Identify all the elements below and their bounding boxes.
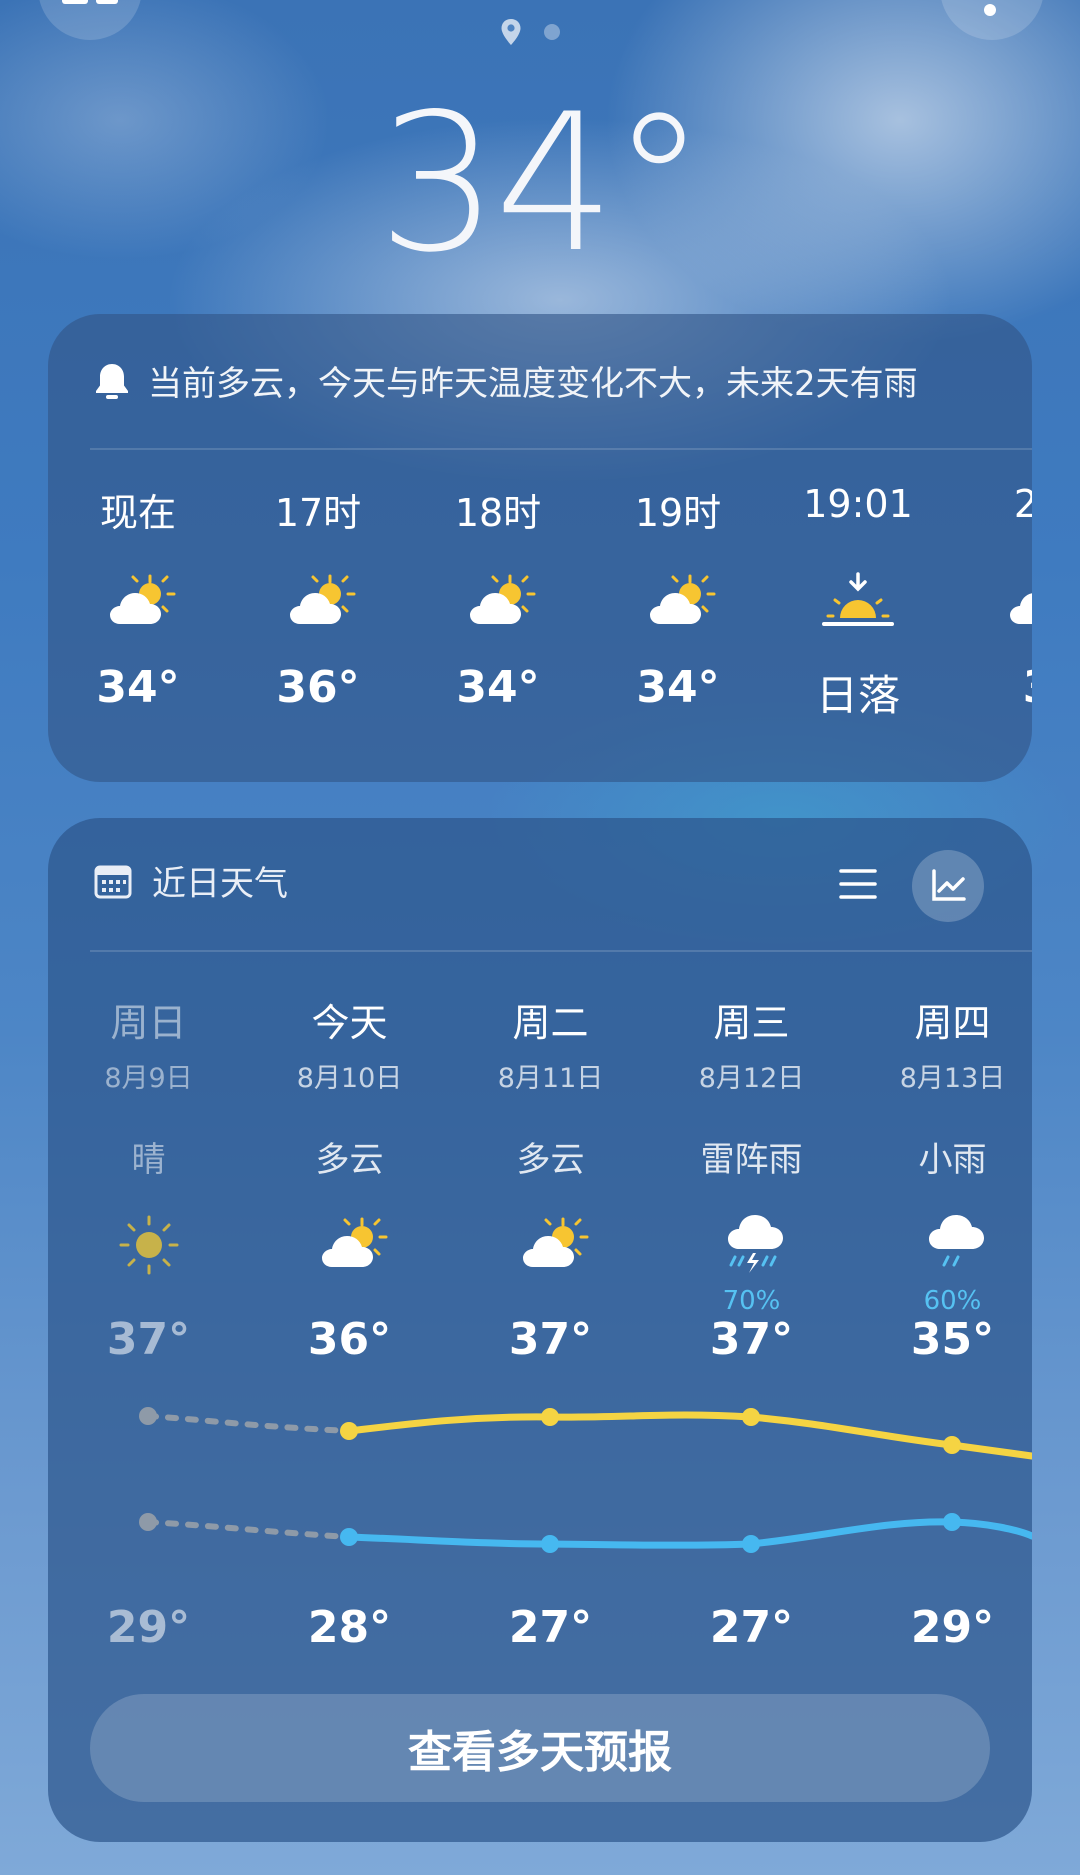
add-city-button[interactable]	[38, 0, 142, 40]
multi-day-forecast-button[interactable]: 查看多天预报	[90, 1694, 990, 1802]
high-point	[139, 1407, 157, 1425]
weekday-label: 周日	[110, 1001, 187, 1045]
low-temp: 27°	[508, 1602, 593, 1653]
day-item: 今天 8月10日 多云	[249, 992, 450, 1316]
hour-time: 20	[1013, 482, 1032, 526]
partly-cloudy-icon	[458, 562, 538, 642]
condition-label: 小雨	[918, 1140, 987, 1180]
condition-label: 多云	[315, 1140, 384, 1180]
hour-temp: 34°	[456, 662, 540, 713]
daily-header: 近日天气	[94, 856, 288, 905]
high-point	[742, 1408, 760, 1426]
low-past-line	[145, 1519, 352, 1540]
sunset-icon	[818, 562, 898, 642]
low-temps: 29° 28° 27° 27° 29°	[48, 1602, 1032, 1653]
high-point	[541, 1408, 559, 1426]
low-temp: 27°	[709, 1602, 794, 1653]
thunderstorm-icon	[717, 1200, 787, 1290]
hour-time: 18时	[454, 491, 542, 535]
city-page-indicator	[500, 18, 560, 46]
temperature-curve	[139, 1407, 1032, 1553]
partly-cloudy-icon	[998, 562, 1032, 642]
weekday-label: 周三	[713, 1001, 790, 1045]
partly-cloudy-icon	[310, 1200, 390, 1290]
high-point	[943, 1436, 961, 1454]
hour-item: 19时 34°	[588, 482, 768, 723]
more-dots-icon	[984, 4, 996, 16]
partly-cloudy-icon	[638, 562, 718, 642]
day-item: 周三 8月12日 雷阵雨 70%	[651, 992, 852, 1316]
hour-time: 19时	[634, 491, 722, 535]
date-label: 8月12日	[698, 1063, 805, 1094]
list-icon	[839, 869, 877, 899]
date-label: 8月13日	[899, 1063, 1006, 1094]
precip-chance: 70%	[722, 1286, 781, 1316]
condition-label: 晴	[131, 1140, 166, 1180]
low-temp: 29°	[910, 1602, 995, 1653]
hour-time: 现在	[99, 491, 176, 535]
day-item: 周四 8月13日 小雨 60%	[852, 992, 1032, 1316]
low-point	[340, 1528, 358, 1546]
hour-temp: 34°	[636, 662, 720, 713]
partly-cloudy-icon	[511, 1200, 591, 1290]
partly-cloudy-icon	[98, 562, 178, 642]
weather-alert[interactable]: 当前多云，今天与昨天温度变化不大，未来2天有雨	[94, 356, 918, 405]
low-temp: 28°	[307, 1602, 392, 1653]
hour-temp: 36°	[276, 662, 360, 713]
list-view-button[interactable]	[838, 866, 878, 906]
weekday-label: 周二	[512, 1001, 589, 1045]
low-temp-line	[345, 1518, 1032, 1549]
location-pin-icon	[501, 19, 521, 45]
high-past-line	[145, 1413, 352, 1434]
hour-item: 18时 34°	[408, 482, 588, 723]
low-point	[943, 1513, 961, 1531]
hourly-list[interactable]: 现在 34° 17时 36° 18时 34° 19时 34° 19:01 日落 …	[48, 482, 1032, 723]
page-dot	[544, 24, 560, 40]
low-temp: 29°	[106, 1602, 191, 1653]
date-label: 8月10日	[296, 1063, 403, 1094]
divider	[90, 950, 1032, 952]
current-temperature: 34°	[377, 73, 707, 294]
chart-view-button[interactable]	[912, 850, 984, 922]
hour-temp: 34°	[96, 662, 180, 713]
weekday-label: 周四	[914, 1001, 991, 1045]
daily-title: 近日天气	[152, 864, 288, 904]
divider	[90, 448, 1032, 450]
day-item: 周日 8月9日 晴	[48, 992, 249, 1316]
line-chart-icon	[932, 869, 966, 901]
low-point	[742, 1535, 760, 1553]
more-options-button[interactable]	[940, 0, 1044, 40]
calendar-icon	[94, 865, 132, 898]
low-point	[139, 1513, 157, 1531]
precip-chance: 60%	[923, 1286, 982, 1316]
hour-item: 19:01 日落	[768, 482, 948, 723]
alert-text: 当前多云，今天与昨天温度变化不大，未来2天有雨	[148, 364, 918, 404]
condition-label: 雷阵雨	[700, 1140, 803, 1180]
day-item: 周二 8月11日 多云	[450, 992, 651, 1316]
low-point	[541, 1535, 559, 1553]
plus-icon	[62, 0, 118, 4]
sunset-label: 日落	[815, 671, 900, 720]
hour-item: 17时 36°	[228, 482, 408, 723]
partly-cloudy-icon	[278, 562, 358, 642]
day-columns[interactable]: 周日 8月9日 晴 今天 8月10日 多云 周二 8月11日 多云 周三 8月1…	[48, 992, 1032, 1316]
light-rain-icon	[918, 1200, 988, 1290]
date-label: 8月9日	[104, 1063, 193, 1094]
daily-forecast-card: 近日天气 周日 8月9日 晴 今天 8月10日 多云 周二 8月11日 多云 周…	[48, 818, 1032, 1842]
condition-label: 多云	[516, 1140, 585, 1180]
hour-temp: 3	[1023, 662, 1032, 713]
hour-item: 20 3	[948, 482, 1032, 723]
hour-item: 现在 34°	[48, 482, 228, 723]
high-point	[340, 1422, 358, 1440]
hour-time: 17时	[274, 491, 362, 535]
date-label: 8月11日	[497, 1063, 604, 1094]
high-temp-line	[345, 1411, 1032, 1460]
weekday-label: 今天	[311, 1001, 388, 1045]
sun-icon	[117, 1200, 181, 1290]
hour-time: 19:01	[803, 482, 913, 526]
hourly-forecast-card: 当前多云，今天与昨天温度变化不大，未来2天有雨 现在 34° 17时 36° 1…	[48, 314, 1032, 782]
bell-icon	[96, 363, 128, 399]
